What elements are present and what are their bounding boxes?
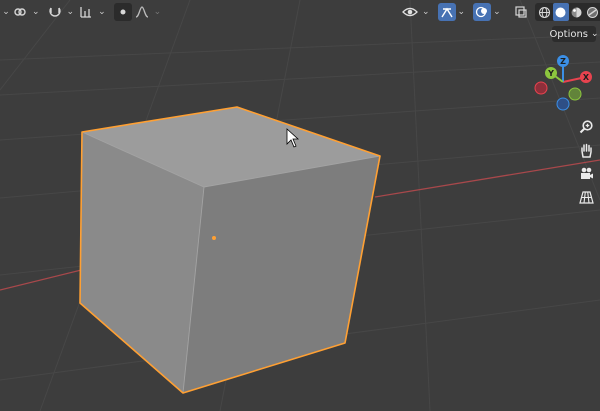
navigation-gizmo[interactable]: X Z Y xyxy=(530,52,596,114)
material-preview-shading-icon[interactable] xyxy=(569,3,585,21)
hand-pan-icon xyxy=(580,143,592,158)
wireframe-shading-icon[interactable] xyxy=(537,3,553,21)
camera-view-button[interactable] xyxy=(577,164,595,182)
y-axis-label: Y xyxy=(547,69,554,78)
neg-z-axis-handle[interactable] xyxy=(556,97,570,111)
pivot-chevron-icon[interactable]: ⌄ xyxy=(30,3,42,21)
gizmo-chevron-icon[interactable]: ⌄ xyxy=(456,3,468,21)
transform-pivot-icon[interactable] xyxy=(10,3,30,21)
zoom-icon xyxy=(579,119,593,133)
x-axis-line xyxy=(374,159,600,198)
options-dropdown[interactable]: Options ⌄ xyxy=(549,26,599,42)
neg-y-axis-handle[interactable] xyxy=(568,87,582,101)
shading-mode-group xyxy=(534,3,600,21)
x-axis-label: X xyxy=(583,73,590,82)
overlays-chevron-icon[interactable]: ⌄ xyxy=(491,3,503,21)
3d-viewport[interactable]: ⌄ ⌄ ⌄ ⌄ ⌄ ⌄ ⌄ ⌄ Options ⌄ X Z Y xyxy=(0,0,600,411)
proportional-editing-icon[interactable] xyxy=(113,3,132,21)
viewport-header: ⌄ ⌄ ⌄ ⌄ ⌄ ⌄ ⌄ ⌄ xyxy=(0,0,600,24)
ortho-toggle-button[interactable] xyxy=(577,188,595,206)
viewport-scene[interactable] xyxy=(0,0,600,411)
cube-object[interactable] xyxy=(79,106,381,394)
visibility-chevron-icon[interactable]: ⌄ xyxy=(420,3,432,21)
options-label: Options xyxy=(549,28,589,40)
transform-orientation-chevron-icon[interactable]: ⌄ xyxy=(2,3,10,21)
overlays-toggle-icon[interactable] xyxy=(473,3,492,21)
rendered-shading-icon[interactable] xyxy=(585,3,600,21)
neg-x-axis-handle[interactable] xyxy=(534,81,548,95)
falloff-chevron-icon[interactable]: ⌄ xyxy=(152,3,164,21)
visibility-eye-icon[interactable] xyxy=(400,3,420,21)
snap-target-chevron-icon[interactable]: ⌄ xyxy=(96,3,108,21)
snap-chevron-icon[interactable]: ⌄ xyxy=(65,3,77,21)
ortho-grid-icon xyxy=(578,190,594,204)
z-axis-label: Z xyxy=(560,57,566,66)
pan-button[interactable] xyxy=(577,141,595,159)
xray-toggle-icon[interactable] xyxy=(511,3,531,21)
camera-view-icon xyxy=(580,167,593,179)
snap-target-icon[interactable] xyxy=(76,3,96,21)
options-chevron-icon: ⌄ xyxy=(591,29,599,39)
solid-shading-icon[interactable] xyxy=(552,3,569,21)
falloff-curve-icon[interactable] xyxy=(132,3,152,21)
object-origin-dot xyxy=(212,236,216,240)
zoom-button[interactable] xyxy=(577,117,595,135)
cube-front-face[interactable] xyxy=(183,156,380,393)
gizmo-toggle-icon[interactable] xyxy=(437,3,456,21)
snap-icon[interactable] xyxy=(45,3,65,21)
